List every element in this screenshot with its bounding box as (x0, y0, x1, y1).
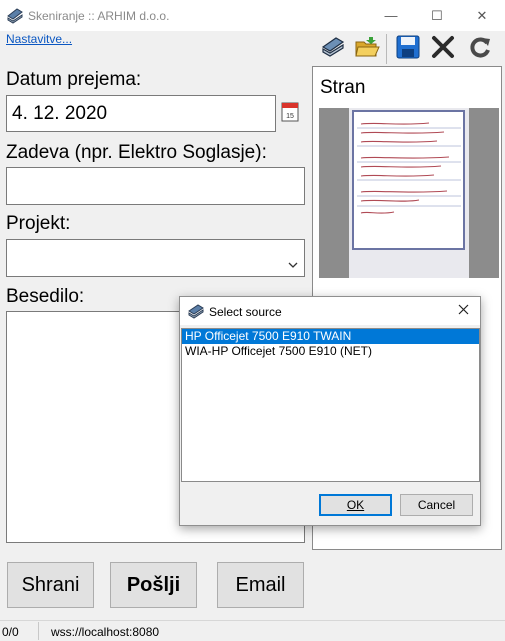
dialog-close-button[interactable] (452, 301, 474, 321)
project-select[interactable] (6, 239, 305, 277)
calendar-button[interactable]: 15 (281, 100, 299, 128)
source-list[interactable]: HP Officejet 7500 E910 TWAIN WIA-HP Offi… (181, 328, 480, 482)
maximize-button[interactable]: ☐ (414, 0, 460, 31)
toolbar-separator (386, 34, 387, 64)
select-source-dialog: Select source HP Officejet 7500 E910 TWA… (179, 296, 481, 526)
project-label: Projekt: (6, 213, 71, 234)
refresh-button[interactable] (465, 34, 495, 64)
status-connection: wss://localhost:8080 (51, 625, 160, 639)
dialog-title: Select source (209, 305, 282, 319)
open-folder-icon (354, 34, 380, 65)
cancel-label: Cancel (417, 498, 456, 512)
scanner-icon (320, 34, 346, 65)
close-button[interactable]: ✕ (459, 0, 505, 31)
send-button[interactable]: Pošlji (110, 562, 197, 608)
scanner-app-icon (6, 7, 24, 25)
subject-input[interactable] (6, 167, 305, 205)
close-icon: ✕ (476, 7, 488, 23)
status-divider (38, 622, 39, 640)
save-icon (395, 34, 421, 65)
email-button[interactable]: Email (217, 562, 304, 608)
status-bar: 0/0 wss://localhost:8080 (0, 620, 505, 641)
save-button[interactable]: Shrani (7, 562, 94, 608)
page-title: Stran (320, 77, 366, 98)
source-list-item[interactable]: HP Officejet 7500 E910 TWAIN (182, 329, 479, 344)
scan-button[interactable] (318, 34, 348, 64)
date-label: Datum prejema: (6, 69, 142, 90)
status-counter: 0/0 (2, 625, 19, 639)
scanner-dialog-icon (188, 303, 204, 319)
open-button[interactable] (352, 34, 382, 64)
ok-button[interactable]: OK (319, 494, 392, 516)
window-title: Skeniranje :: ARHIM d.o.o. (28, 9, 170, 23)
close-icon (458, 302, 469, 320)
page-thumbnail (349, 108, 469, 278)
source-list-item[interactable]: WIA-HP Officejet 7500 E910 (NET) (182, 344, 479, 359)
calendar-icon: 15 (281, 101, 299, 128)
minimize-button[interactable]: — (368, 0, 414, 31)
date-field[interactable]: 4. 12. 2020 (6, 95, 276, 132)
maximize-icon: ☐ (431, 7, 443, 23)
delete-button[interactable] (428, 34, 458, 64)
refresh-icon (467, 34, 493, 65)
settings-link[interactable]: Nastavitve... (6, 32, 72, 46)
delete-icon (430, 34, 456, 65)
ok-label: OK (346, 498, 365, 512)
save-toolbar-button[interactable] (393, 34, 423, 64)
minimize-icon: — (384, 8, 398, 23)
chevron-down-icon (288, 253, 298, 275)
dialog-title-bar: Select source (180, 297, 480, 325)
date-value: 4. 12. 2020 (12, 102, 108, 124)
title-bar: Skeniranje :: ARHIM d.o.o. — ☐ ✕ (0, 0, 505, 31)
text-label: Besedilo: (6, 286, 85, 307)
subject-label: Zadeva (npr. Elektro Soglasje): (6, 142, 267, 163)
calendar-day: 15 (286, 113, 294, 120)
cancel-button[interactable]: Cancel (400, 494, 473, 516)
